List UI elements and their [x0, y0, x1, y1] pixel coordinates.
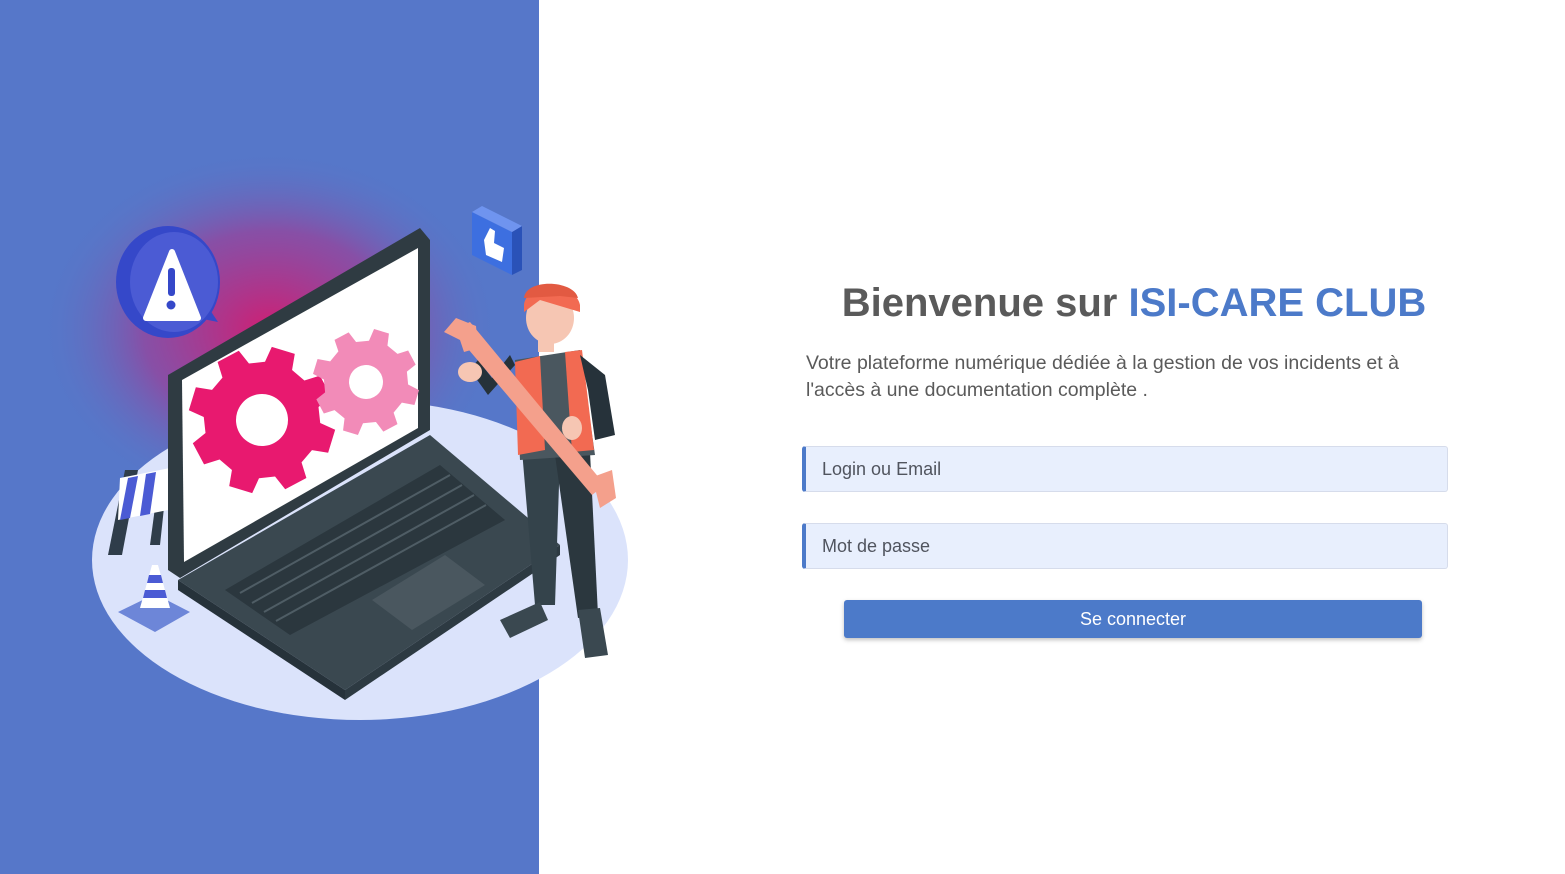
login-email-field[interactable] [802, 446, 1448, 492]
warning-icon [116, 226, 220, 338]
login-button[interactable]: Se connecter [844, 600, 1422, 638]
brand-name: ISI-CARE CLUB [1128, 281, 1427, 325]
login-panel: Bienvenue sur ISI-CARE CLUB Votre platef… [539, 0, 1565, 874]
page-title: Bienvenue sur ISI-CARE CLUB [539, 281, 1565, 326]
title-prefix: Bienvenue sur [841, 281, 1129, 325]
password-field[interactable] [802, 523, 1448, 569]
page-subtitle: Votre plateforme numérique dédiée à la g… [806, 352, 1399, 401]
